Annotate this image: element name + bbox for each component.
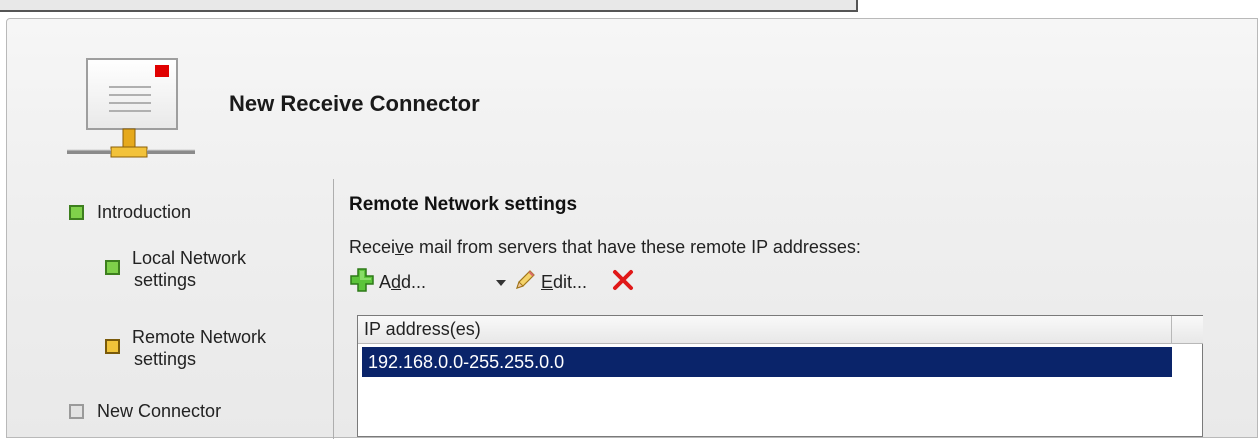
delete-icon (611, 268, 635, 297)
nav-divider (333, 179, 334, 439)
new-receive-connector-wizard: New Receive Connector Introduction Local… (6, 18, 1258, 439)
description-text: e mail from servers that have these remo… (404, 237, 861, 257)
list-item[interactable]: 192.168.0.0-255.255.0.0 (362, 347, 1172, 377)
edit-button-label: Edit... (541, 271, 588, 292)
wizard-header: New Receive Connector (7, 19, 1257, 177)
step-new-connector[interactable]: New Connector (97, 400, 221, 422)
remote-ip-address-list[interactable]: IP address(es) 192.168.0.0-255.255.0.0 (357, 315, 1203, 437)
add-icon (349, 267, 375, 298)
step-label-line2: settings (134, 349, 197, 369)
step-pending-icon (69, 404, 84, 419)
section-title: Remote Network settings (349, 194, 578, 215)
add-dropdown-arrow-icon[interactable] (496, 280, 506, 286)
step-complete-icon (69, 205, 84, 220)
step-label-line1: Local Network (132, 248, 247, 268)
description-accelerator: v (395, 237, 405, 257)
wizard-steps-nav: Introduction Local Network settings Remo… (7, 177, 333, 437)
column-header-filler (1172, 316, 1203, 344)
description-text: Recei (349, 237, 396, 257)
step-label: New Connector (97, 401, 222, 421)
edit-icon (513, 268, 537, 297)
column-header-ip-addresses[interactable]: IP address(es) (358, 316, 1172, 344)
step-complete-icon (105, 260, 120, 275)
remove-button[interactable] (611, 269, 635, 295)
edit-button[interactable]: Edit... (513, 269, 587, 295)
step-local-network-settings[interactable]: Local Network settings (132, 247, 246, 291)
receive-connector-icon (63, 57, 203, 177)
step-content: Remote Network settings Receive mail fro… (349, 177, 1249, 437)
background-window-edge (0, 0, 858, 12)
add-button-label: Add... (379, 271, 427, 292)
step-label: Introduction (97, 202, 192, 222)
step-introduction[interactable]: Introduction (97, 201, 191, 223)
add-button[interactable]: Add... (349, 267, 427, 298)
step-remote-network-settings[interactable]: Remote Network settings (132, 326, 266, 370)
list-description: Receive mail from servers that have thes… (349, 237, 861, 258)
wizard-title: New Receive Connector (229, 91, 480, 116)
step-label-line2: settings (134, 270, 197, 290)
step-current-icon (105, 339, 120, 354)
step-label-line1: Remote Network (132, 327, 267, 347)
